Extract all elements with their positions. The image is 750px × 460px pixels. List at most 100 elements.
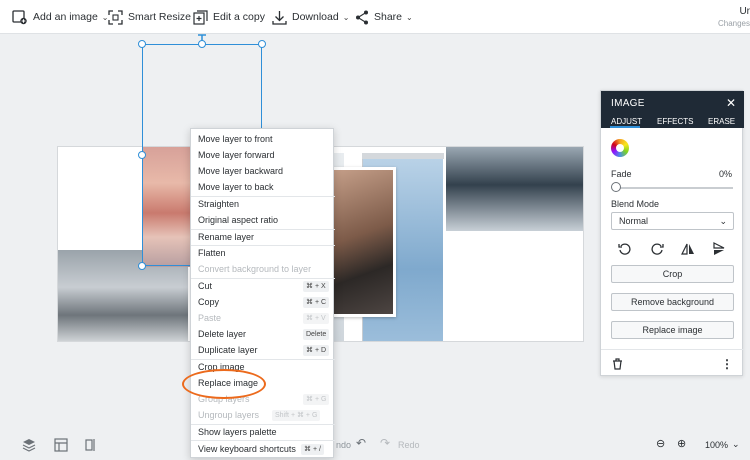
fade-value: 0%: [718, 169, 732, 179]
menu-item-label: Original aspect ratio: [198, 215, 279, 225]
menu-item-move-backward[interactable]: Move layer backward: [191, 163, 335, 179]
dark-clouds-photo[interactable]: [446, 147, 583, 231]
menu-item-move-forward[interactable]: Move layer forward: [191, 147, 335, 163]
zoom-level[interactable]: 100%: [705, 440, 728, 450]
redo-icon: ↷: [380, 436, 391, 450]
replace-image-button[interactable]: Replace image: [611, 321, 734, 339]
resize-handle[interactable]: [138, 151, 146, 159]
remove-background-button[interactable]: Remove background: [611, 293, 734, 311]
menu-item-label: Show layers palette: [198, 427, 277, 437]
smart-resize-label: Smart Resize: [128, 11, 192, 23]
panel-header: IMAGE ✕ ADJUST EFFECTS ERASE: [601, 91, 744, 128]
smart-resize-button[interactable]: Smart Resize: [108, 0, 191, 34]
menu-item-paste: Paste ⌘ + V: [191, 310, 335, 326]
layers-icon[interactable]: [22, 438, 36, 452]
flip-horizontal-icon[interactable]: [680, 241, 696, 257]
tab-effects[interactable]: EFFECTS: [657, 117, 693, 126]
menu-item-rename[interactable]: Rename layer: [191, 229, 335, 245]
undo-label[interactable]: ndo: [336, 440, 351, 450]
zoom-out-icon[interactable]: ⊖: [656, 437, 665, 450]
page-compare-icon[interactable]: [84, 438, 98, 452]
edit-copy-label: Edit a copy: [213, 11, 265, 23]
menu-item-move-back[interactable]: Move layer to back: [191, 179, 335, 195]
menu-item-label: Move layer forward: [198, 150, 275, 160]
add-image-icon: [12, 10, 27, 25]
add-image-button[interactable]: Add an image ⌄: [12, 0, 109, 34]
person-photo[interactable]: [328, 167, 396, 317]
shortcut-badge: ⌘ + C: [303, 297, 330, 308]
fade-slider-track[interactable]: [615, 187, 733, 189]
menu-item-label: Duplicate layer: [198, 345, 258, 355]
grid-layout-icon[interactable]: [54, 438, 68, 452]
shortcut-badge: ⌘ + X: [303, 281, 329, 292]
redo-label: Redo: [398, 440, 420, 450]
resize-handle[interactable]: [138, 40, 146, 48]
share-label: Share: [374, 11, 403, 23]
download-label: Download: [292, 11, 339, 23]
menu-item-keyboard-shortcuts[interactable]: View keyboard shortcuts ⌘ + /: [191, 441, 335, 457]
menu-item-flatten[interactable]: Flatten: [191, 245, 335, 261]
menu-item-move-front[interactable]: Move layer to front: [191, 131, 335, 147]
chevron-down-icon[interactable]: ⌄: [732, 439, 740, 450]
resize-handle[interactable]: [138, 262, 146, 270]
image-panel: IMAGE ✕ ADJUST EFFECTS ERASE Fade 0% Ble…: [600, 90, 744, 376]
active-tab-indicator: [610, 126, 640, 128]
undo-icon[interactable]: ↶: [356, 436, 366, 450]
download-icon: [272, 10, 287, 25]
crop-button[interactable]: Crop: [611, 265, 734, 283]
top-toolbar: Add an image ⌄ Smart Resize Edit a copy …: [0, 0, 750, 34]
fade-slider-thumb[interactable]: [611, 182, 621, 192]
save-status: Changes: [717, 19, 750, 28]
menu-item-original-aspect[interactable]: Original aspect ratio: [191, 212, 335, 228]
highlight-ring: [182, 369, 266, 399]
resize-handle[interactable]: [198, 40, 206, 48]
menu-item-label: Cut: [198, 281, 213, 291]
shortcut-badge: Delete: [303, 329, 330, 340]
menu-item-label: Move layer to back: [198, 182, 274, 192]
shortcut-badge: ⌘ + /: [301, 444, 324, 455]
tab-erase[interactable]: ERASE: [708, 117, 735, 126]
menu-item-label: Move layer backward: [198, 166, 284, 176]
edit-copy-button[interactable]: Edit a copy: [193, 0, 265, 34]
flip-vertical-icon[interactable]: [711, 241, 727, 257]
menu-item-label: View keyboard shortcuts: [198, 444, 296, 454]
shortcut-badge: Shift + ⌘ + G: [272, 410, 321, 421]
blend-mode-label: Blend Mode: [611, 199, 660, 209]
menu-item-copy[interactable]: Copy ⌘ + C: [191, 294, 335, 310]
user-area[interactable]: Ur Changes: [718, 6, 750, 28]
chevron-down-icon: ⌄: [342, 12, 350, 22]
menu-item-cut[interactable]: Cut ⌘ + X: [191, 278, 335, 294]
blend-mode-select[interactable]: Normal ⌄: [611, 212, 734, 230]
blend-mode-value: Normal: [619, 216, 649, 226]
tab-adjust[interactable]: ADJUST: [611, 117, 642, 126]
menu-item-label: Straighten: [198, 199, 240, 209]
shortcut-badge: ⌘ + G: [303, 394, 330, 405]
share-button[interactable]: Share ⌄: [355, 0, 413, 34]
resize-handle[interactable]: [258, 40, 266, 48]
panel-divider: [601, 349, 744, 350]
menu-item-label: Ungroup layers: [198, 410, 260, 420]
copy-icon: [193, 9, 208, 25]
rotate-right-icon[interactable]: [649, 241, 665, 257]
menu-item-label: Move layer to front: [198, 134, 273, 144]
context-menu: Move layer to front Move layer forward M…: [190, 128, 335, 458]
zoom-in-icon[interactable]: ⊕: [677, 437, 686, 450]
menu-item-show-layers[interactable]: Show layers palette: [191, 424, 335, 440]
menu-item-duplicate-layer[interactable]: Duplicate layer ⌘ + D: [191, 342, 335, 358]
rotate-left-icon[interactable]: [617, 241, 633, 257]
user-name: Ur: [739, 6, 750, 17]
menu-item-label: Copy: [198, 297, 220, 307]
more-options-icon[interactable]: ⋮: [719, 356, 735, 372]
menu-item-delete-layer[interactable]: Delete layer Delete: [191, 326, 335, 342]
trash-icon[interactable]: [609, 356, 625, 372]
resize-icon: [108, 9, 123, 25]
chevron-down-icon: ⌄: [406, 12, 413, 22]
menu-item-label: Convert background to layer: [198, 264, 312, 274]
chevron-down-icon: ⌄: [719, 216, 727, 226]
color-wheel-icon[interactable]: [611, 139, 629, 157]
close-icon[interactable]: ✕: [726, 96, 736, 110]
menu-item-straighten[interactable]: Straighten: [191, 196, 335, 212]
menu-item-convert-background: Convert background to layer: [191, 261, 335, 277]
download-button[interactable]: Download ⌄: [272, 0, 349, 34]
add-image-label: Add an image: [33, 11, 98, 23]
